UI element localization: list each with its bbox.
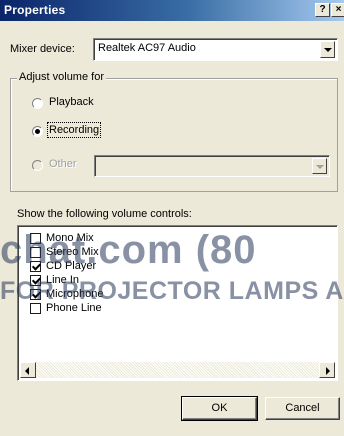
playback-radio[interactable] <box>32 98 43 109</box>
close-icon: × <box>335 4 342 15</box>
scroll-left-icon[interactable] <box>20 362 36 378</box>
help-icon: ? <box>319 4 326 15</box>
cancel-button[interactable]: Cancel <box>265 397 340 420</box>
mixer-device-value: Realtek AC97 Audio <box>98 42 196 54</box>
cd-player-checkbox[interactable] <box>30 261 41 272</box>
volume-controls-list[interactable]: Mono Mix Stereo Mix CD Player Line In Mi… <box>17 225 338 381</box>
scroll-right-icon[interactable] <box>319 362 335 378</box>
recording-radio[interactable] <box>32 126 43 137</box>
list-item-label: Mono Mix <box>46 232 94 244</box>
playback-label[interactable]: Playback <box>49 96 94 108</box>
mono-mix-checkbox[interactable] <box>30 233 41 244</box>
window-title: Properties <box>4 3 66 17</box>
list-item-label: Line In <box>46 274 80 286</box>
chevron-down-icon[interactable] <box>312 158 327 174</box>
adjust-volume-title: Adjust volume for <box>17 71 106 83</box>
recording-label[interactable]: Recording <box>46 122 102 138</box>
stereo-mix-checkbox[interactable] <box>30 247 41 258</box>
line-in-checkbox[interactable] <box>30 275 41 286</box>
help-button[interactable]: ? <box>315 3 330 17</box>
horizontal-scrollbar[interactable] <box>20 362 335 378</box>
title-bar[interactable]: Properties ? × <box>0 0 344 21</box>
list-item-label: CD Player <box>46 260 97 272</box>
list-item-label: Phone Line <box>46 302 102 314</box>
mixer-device-label: Mixer device: <box>10 43 75 55</box>
other-label: Other <box>49 158 77 170</box>
ok-button[interactable]: OK <box>181 396 258 421</box>
mixer-device-dropdown[interactable]: Realtek AC97 Audio <box>93 38 338 61</box>
controls-label: Show the following volume controls: <box>17 208 192 220</box>
phone-line-checkbox[interactable] <box>30 303 41 314</box>
close-button[interactable]: × <box>331 3 344 17</box>
microphone-checkbox[interactable] <box>30 289 41 300</box>
other-device-dropdown[interactable] <box>94 155 330 177</box>
list-item-label: Stereo Mix <box>46 246 99 258</box>
list-item-label: Microphone <box>46 288 104 300</box>
chevron-down-icon[interactable] <box>320 41 335 58</box>
other-radio[interactable] <box>32 160 43 171</box>
